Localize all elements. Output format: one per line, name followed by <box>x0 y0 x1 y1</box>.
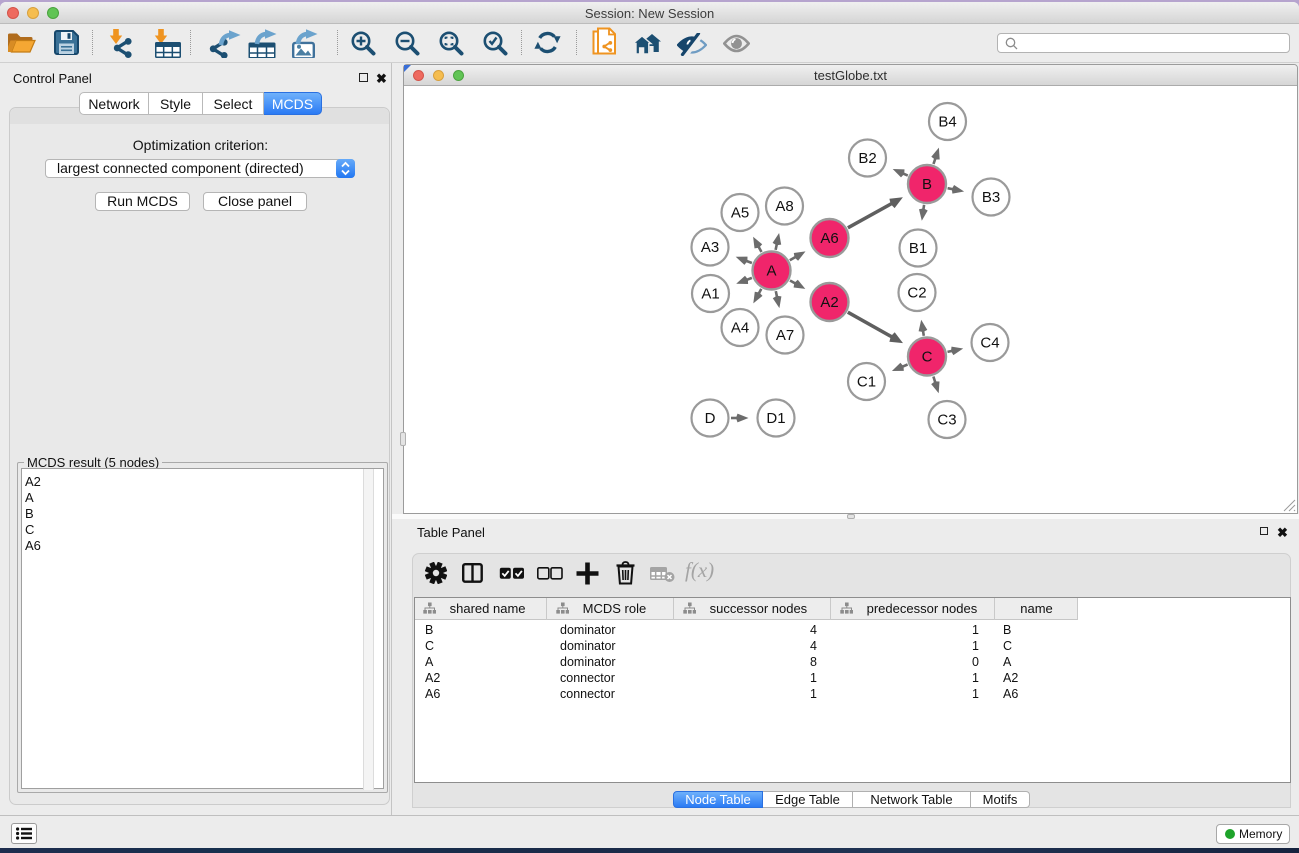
svg-text:B2: B2 <box>858 150 876 167</box>
svg-text:C4: C4 <box>980 335 999 352</box>
svg-text:A4: A4 <box>731 320 749 337</box>
svg-text:A3: A3 <box>701 239 719 256</box>
svg-text:A8: A8 <box>775 198 793 215</box>
svg-text:B: B <box>922 176 932 193</box>
svg-text:A1: A1 <box>701 286 719 303</box>
svg-text:D: D <box>705 410 716 427</box>
svg-text:D1: D1 <box>766 410 785 427</box>
svg-text:B1: B1 <box>909 240 927 257</box>
svg-text:A2: A2 <box>820 294 838 311</box>
svg-text:C3: C3 <box>937 412 956 429</box>
svg-text:A5: A5 <box>731 205 749 222</box>
svg-text:A: A <box>766 263 776 280</box>
svg-text:B4: B4 <box>938 114 956 131</box>
svg-text:B3: B3 <box>982 189 1000 206</box>
svg-text:A6: A6 <box>820 230 838 247</box>
svg-text:C2: C2 <box>907 285 926 302</box>
svg-text:C1: C1 <box>857 374 876 391</box>
svg-text:A7: A7 <box>776 327 794 344</box>
svg-text:C: C <box>922 349 933 366</box>
